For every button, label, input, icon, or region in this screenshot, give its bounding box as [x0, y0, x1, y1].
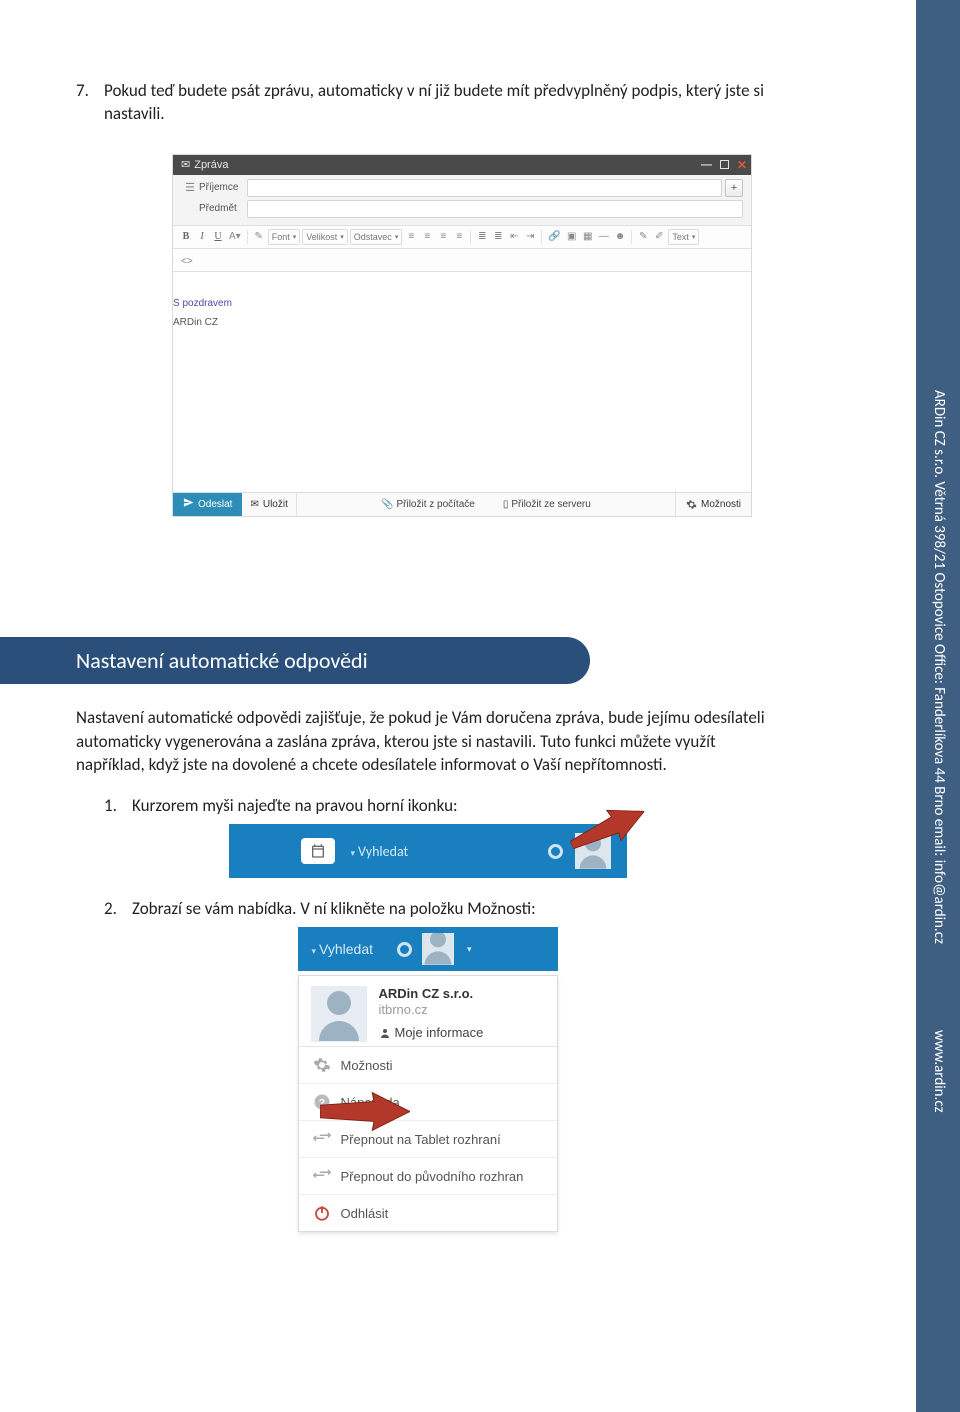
switch-icon: [313, 1167, 331, 1185]
step1-text: Kurzorem myši najeďte na pravou horní ik…: [132, 795, 779, 816]
format-toolbar: B I U A▾ ✎ Font▾ Velikost▾ Odstavec▾ ≡ ≡…: [173, 225, 751, 249]
menu-label: Odhlásit: [341, 1206, 389, 1221]
italic-button[interactable]: I: [195, 229, 209, 245]
menu-label: Přepnout do původního rozhran: [341, 1169, 524, 1184]
section-heading: Nastavení automatické odpovědi: [0, 637, 590, 684]
save-icon: ✉: [250, 499, 258, 510]
hr-icon[interactable]: —: [597, 229, 611, 245]
window-title: Zpráva: [194, 159, 228, 171]
menu-item-switch-orig[interactable]: Přepnout do původního rozhran: [299, 1157, 557, 1194]
search-placeholder[interactable]: ▾Vyhledat: [347, 843, 413, 860]
send-icon: [183, 497, 194, 511]
svg-text:?: ?: [318, 1097, 324, 1109]
menu-item-help[interactable]: ? Nápověda: [299, 1083, 557, 1120]
help-icon: ?: [313, 1093, 331, 1111]
align-right-icon[interactable]: ≡: [436, 229, 450, 245]
text-mode-dropdown[interactable]: Text▾: [668, 229, 699, 245]
indent-icon[interactable]: ⇥: [523, 229, 537, 245]
attach-server-button[interactable]: ▯Přiložit ze serveru: [503, 499, 591, 510]
align-center-icon[interactable]: ≡: [420, 229, 434, 245]
align-justify-icon[interactable]: ≡: [452, 229, 466, 245]
gear-icon: [313, 1056, 331, 1074]
screenshot-user-menu: ▾Vyhledat ▾ ARDin CZ s.r.o. itbrno.cz: [298, 927, 558, 1232]
envelope-icon: ✉: [181, 158, 190, 171]
power-icon: [313, 1204, 331, 1222]
search-placeholder[interactable]: ▾Vyhledat: [308, 941, 378, 957]
chevron-down-icon[interactable]: ▾: [467, 944, 472, 955]
emoji-icon[interactable]: ☻: [613, 229, 628, 245]
subject-label: Předmět: [199, 203, 247, 214]
paperclip-icon: 📎: [381, 499, 393, 510]
item7-number: 7.: [76, 80, 104, 126]
window-titlebar: ✉ Zpráva — ✕: [173, 155, 751, 175]
maximize-icon[interactable]: [720, 160, 729, 169]
list-number-icon[interactable]: ≣: [491, 229, 505, 245]
my-info-link[interactable]: Moje informace: [379, 1025, 545, 1040]
outdent-icon[interactable]: ⇤: [507, 229, 521, 245]
menu-item-switch-tablet[interactable]: Přepnout na Tablet rozhraní: [299, 1120, 557, 1157]
user-avatar[interactable]: [422, 933, 454, 965]
add-recipient-button[interactable]: +: [725, 179, 743, 197]
side-address: ARDin CZ s.r.o. Větrná 398/21 Ostopovice…: [930, 390, 948, 944]
screenshot-compose: ✉ Zpráva — ✕ ☰ Příjemce + Předmět B: [172, 154, 752, 517]
step2-text: Zobrazí se vám nabídka. V ní klikněte na…: [132, 898, 779, 919]
link-icon[interactable]: 🔗: [546, 229, 562, 245]
size-dropdown[interactable]: Velikost▾: [302, 229, 348, 245]
options-button[interactable]: Možnosti: [675, 493, 751, 516]
step2-number: 2.: [104, 898, 132, 919]
save-button[interactable]: ✉ Uložit: [242, 493, 296, 516]
highlight-icon[interactable]: ✎: [252, 229, 266, 245]
menu-label: Nápověda: [341, 1095, 400, 1110]
status-indicator-icon: [548, 844, 563, 859]
clear-format-icon[interactable]: ✐: [652, 229, 666, 245]
server-icon: ▯: [503, 499, 509, 510]
user-name: ARDin CZ s.r.o.: [379, 986, 545, 1001]
menu-label: Možnosti: [341, 1058, 393, 1073]
subject-input[interactable]: [247, 200, 743, 218]
close-icon[interactable]: ✕: [737, 158, 747, 172]
menu-item-options[interactable]: Možnosti: [299, 1046, 557, 1083]
message-body[interactable]: S pozdravem ARDin CZ: [173, 272, 751, 492]
person-icon: [379, 1027, 391, 1039]
profile-avatar: [311, 986, 367, 1042]
section-paragraph: Nastavení automatické odpovědi zajišťuje…: [76, 706, 779, 777]
attach-pc-button[interactable]: 📎Přiložit z počítače: [381, 499, 475, 510]
edit-icon[interactable]: ✎: [636, 229, 650, 245]
signature-line-2: ARDin CZ: [173, 313, 751, 332]
font-color-icon[interactable]: A▾: [227, 229, 243, 245]
options-menu-icon[interactable]: ☰: [181, 181, 199, 194]
list-bullet-icon[interactable]: ≣: [475, 229, 489, 245]
underline-button[interactable]: U: [211, 229, 225, 245]
calendar-button[interactable]: [301, 838, 335, 864]
recipient-input[interactable]: [247, 179, 722, 197]
source-toggle-icon[interactable]: <>: [181, 256, 193, 267]
side-url: www.ardin.cz: [930, 1030, 948, 1113]
image-icon[interactable]: ▣: [565, 229, 579, 245]
gear-icon: [686, 499, 697, 510]
step1-number: 1.: [104, 795, 132, 816]
screenshot-topbar: ▾Vyhledat: [229, 824, 627, 878]
status-indicator-icon: [397, 942, 412, 957]
menu-item-logout[interactable]: Odhlásit: [299, 1194, 557, 1231]
table-icon[interactable]: ▦: [581, 229, 595, 245]
signature-line-1: S pozdravem: [173, 294, 751, 313]
item7-text: Pokud teď budete psát zprávu, automatick…: [104, 80, 779, 126]
paragraph-dropdown[interactable]: Odstavec▾: [350, 229, 403, 245]
font-dropdown[interactable]: Font▾: [268, 229, 301, 245]
align-left-icon[interactable]: ≡: [404, 229, 418, 245]
switch-icon: [313, 1130, 331, 1148]
bold-button[interactable]: B: [179, 229, 193, 245]
menu-label: Přepnout na Tablet rozhraní: [341, 1132, 501, 1147]
side-strip: ARDin CZ s.r.o. Větrná 398/21 Ostopovice…: [916, 0, 960, 1412]
user-domain: itbrno.cz: [379, 1002, 545, 1017]
recipient-label: Příjemce: [199, 182, 247, 193]
send-button[interactable]: Odeslat: [173, 493, 242, 516]
minimize-icon[interactable]: —: [701, 159, 712, 171]
user-avatar[interactable]: [575, 833, 611, 869]
